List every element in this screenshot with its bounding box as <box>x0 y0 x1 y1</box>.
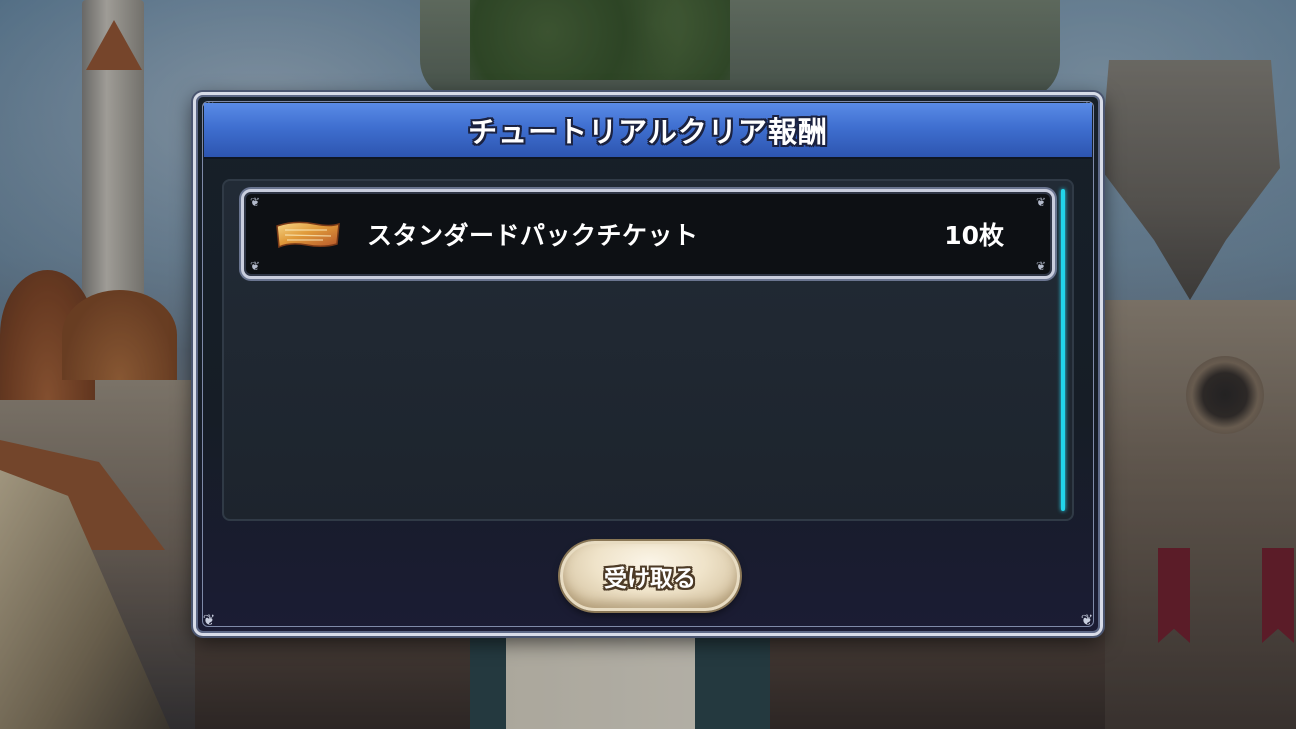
item-corner-ornament-icon: ❦ <box>1035 195 1047 209</box>
item-corner-ornament-icon: ❦ <box>249 259 261 273</box>
list-scrollbar[interactable] <box>1061 189 1065 511</box>
receive-button[interactable]: 受け取る <box>560 541 740 611</box>
corner-ornament-icon: ❦ <box>202 611 216 629</box>
dialog-title-bar: チュートリアルクリア報酬 <box>204 103 1092 159</box>
reward-item-count: 10枚 <box>944 221 1004 250</box>
reward-dialog: ❦ ❦ ❦ ❦ チュートリアルクリア報酬 ❦ ❦ ❦ ❦ スタンダ <box>193 92 1103 636</box>
corner-ornament-icon: ❦ <box>1080 611 1094 629</box>
item-corner-ornament-icon: ❦ <box>1035 259 1047 273</box>
reward-list[interactable]: ❦ ❦ ❦ ❦ スタンダードパックチケット 10枚 <box>222 179 1074 521</box>
dialog-title: チュートリアルクリア報酬 <box>468 115 828 149</box>
reward-item-name: スタンダードパックチケット <box>367 221 699 250</box>
item-corner-ornament-icon: ❦ <box>249 195 261 209</box>
ticket-icon <box>276 221 340 249</box>
reward-list-item: ❦ ❦ ❦ ❦ スタンダードパックチケット 10枚 <box>241 189 1055 279</box>
receive-button-label: 受け取る <box>604 566 696 592</box>
